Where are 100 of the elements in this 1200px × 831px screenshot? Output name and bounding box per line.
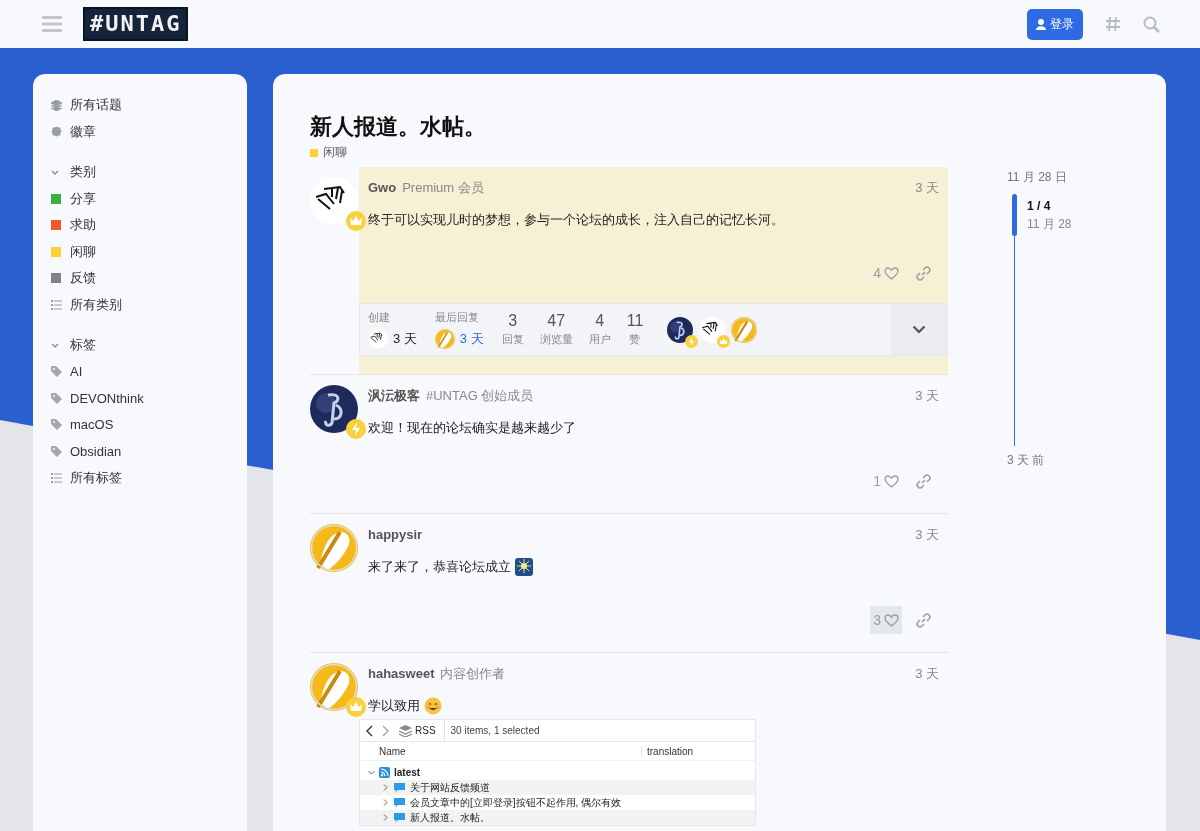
- hashtag-icon[interactable]: [1105, 16, 1121, 32]
- tag-icon: [51, 445, 62, 457]
- user-title: #UNTAG 创始成员: [426, 387, 534, 405]
- user-title: 内容创作者: [440, 665, 506, 683]
- stat-label: 回复: [501, 332, 524, 347]
- meta-label: 最后回复: [434, 310, 480, 325]
- crown-badge-icon: [717, 334, 731, 348]
- timeline-track[interactable]: [1014, 194, 1015, 446]
- chat-bubble-icon: [393, 812, 406, 823]
- stat-value: 11: [626, 312, 644, 330]
- lightning-badge-icon: [346, 419, 366, 439]
- username[interactable]: Gwo: [368, 180, 397, 195]
- forward-icon[interactable]: [382, 724, 390, 737]
- tag-icon: [51, 392, 62, 404]
- post-text: 学以致用: [368, 697, 420, 715]
- timeline-position-date: 11 月 28: [1027, 216, 1072, 233]
- sidebar-item[interactable]: 所有话题: [51, 92, 122, 119]
- disclosure-icon[interactable]: [382, 814, 389, 821]
- avatar[interactable]: [699, 316, 726, 343]
- lightning-badge-icon: [685, 334, 699, 348]
- topic-title: 新人报道。水帖。: [310, 113, 487, 141]
- stat-value: 3: [508, 312, 518, 330]
- menu-icon[interactable]: [42, 16, 62, 32]
- sidebar-item[interactable]: 徽章: [51, 118, 96, 145]
- list-icon: [51, 299, 62, 310]
- stat-label: 赞: [629, 332, 641, 347]
- meta-date[interactable]: 3 天: [459, 330, 484, 348]
- sidebar-item[interactable]: 所有标签: [51, 464, 122, 491]
- list-item-text: 新人报道。水帖。: [410, 810, 490, 825]
- list-item-text: 会员文章中的[立即登录]按钮不起作用, 偶尔有效: [410, 795, 622, 810]
- user-title: Premium 会员: [402, 179, 484, 197]
- layers-icon: [399, 724, 412, 737]
- link-icon[interactable]: [916, 265, 931, 281]
- avatar[interactable]: [310, 385, 358, 433]
- sidebar-item[interactable]: 分享: [51, 185, 96, 212]
- category-link[interactable]: 闲聊: [310, 144, 347, 161]
- chevron-down-icon: [912, 325, 926, 334]
- tag-icon: [51, 366, 62, 378]
- avatar[interactable]: [368, 329, 388, 349]
- stat-value: 4: [595, 312, 605, 330]
- chat-bubble-icon: [393, 782, 406, 793]
- search-icon[interactable]: [1143, 15, 1160, 33]
- post-text: 来了来了，恭喜论坛成立: [368, 558, 511, 576]
- sidebar-item[interactable]: 所有类别: [51, 291, 122, 318]
- sidebar-item[interactable]: AI: [51, 358, 83, 385]
- rss-feed-icon: [379, 767, 390, 778]
- avatar[interactable]: [667, 316, 694, 343]
- link-icon[interactable]: [916, 473, 931, 489]
- post-date[interactable]: 3 天: [915, 665, 939, 683]
- tag-icon: [51, 419, 62, 431]
- section-header[interactable]: 类别: [51, 159, 96, 186]
- sidebar-item[interactable]: macOS: [51, 411, 114, 438]
- category-name: 闲聊: [323, 144, 347, 161]
- disclosure-icon[interactable]: [368, 769, 375, 776]
- list-item-text: latest: [394, 767, 421, 778]
- login-button[interactable]: 登录: [1027, 8, 1083, 40]
- sidebar-item[interactable]: DEVONthink: [51, 385, 144, 412]
- section-header[interactable]: 标签: [51, 332, 96, 359]
- heart-icon: [884, 474, 899, 488]
- link-icon[interactable]: [916, 612, 931, 628]
- meta-label: 创建: [368, 310, 391, 325]
- stat-label: 浏览量: [539, 332, 573, 347]
- sidebar-item[interactable]: 求助: [51, 212, 96, 239]
- stat-value: 47: [547, 312, 566, 330]
- window-title: RSS: [415, 725, 436, 736]
- avatar[interactable]: [310, 177, 358, 225]
- username[interactable]: happysir: [368, 527, 423, 542]
- status-text: 30 items, 1 selected: [449, 725, 540, 736]
- post-date[interactable]: 3 天: [915, 526, 939, 544]
- sparkler-emoji-icon: [515, 558, 533, 576]
- timeline-end-date[interactable]: 3 天 前: [1007, 452, 1127, 469]
- heart-icon: [884, 266, 899, 280]
- back-icon[interactable]: [365, 724, 373, 737]
- disclosure-icon[interactable]: [382, 784, 389, 791]
- stat-label: 用户: [588, 332, 611, 347]
- layers-icon: [51, 99, 62, 111]
- username[interactable]: hahasweet: [368, 666, 435, 681]
- heart-icon: [884, 613, 899, 627]
- site-logo[interactable]: #UNTAG: [83, 7, 189, 41]
- timeline-position: 1 / 4: [1027, 199, 1052, 213]
- username[interactable]: 沨沄极客: [368, 387, 420, 405]
- sidebar-item[interactable]: Obsidian: [51, 438, 122, 465]
- post-text: 欢迎！现在的论坛确实是越来越少了: [368, 419, 576, 437]
- smiley-emoji-icon: [424, 697, 442, 715]
- list-item-text: 关于网站反馈频道: [410, 780, 490, 795]
- badge-icon: [51, 126, 62, 138]
- timeline-start-date[interactable]: 11 月 28 日: [1007, 169, 1127, 186]
- sidebar-item[interactable]: 闲聊: [51, 238, 96, 265]
- disclosure-icon[interactable]: [382, 799, 389, 806]
- crown-badge-icon: [346, 697, 366, 717]
- sidebar-item[interactable]: 反馈: [51, 265, 96, 292]
- chat-bubble-icon: [393, 797, 406, 808]
- column-header[interactable]: Name: [360, 745, 642, 757]
- column-header[interactable]: translation: [642, 745, 694, 757]
- meta-date[interactable]: 3 天: [393, 330, 417, 348]
- post-text: 终于可以实现儿时的梦想，参与一个论坛的成长，注入自己的记忆长河。: [368, 211, 784, 229]
- timeline-handle[interactable]: [1012, 194, 1017, 236]
- post-date[interactable]: 3 天: [915, 387, 939, 405]
- list-icon: [51, 472, 62, 483]
- user-icon: [1036, 18, 1046, 30]
